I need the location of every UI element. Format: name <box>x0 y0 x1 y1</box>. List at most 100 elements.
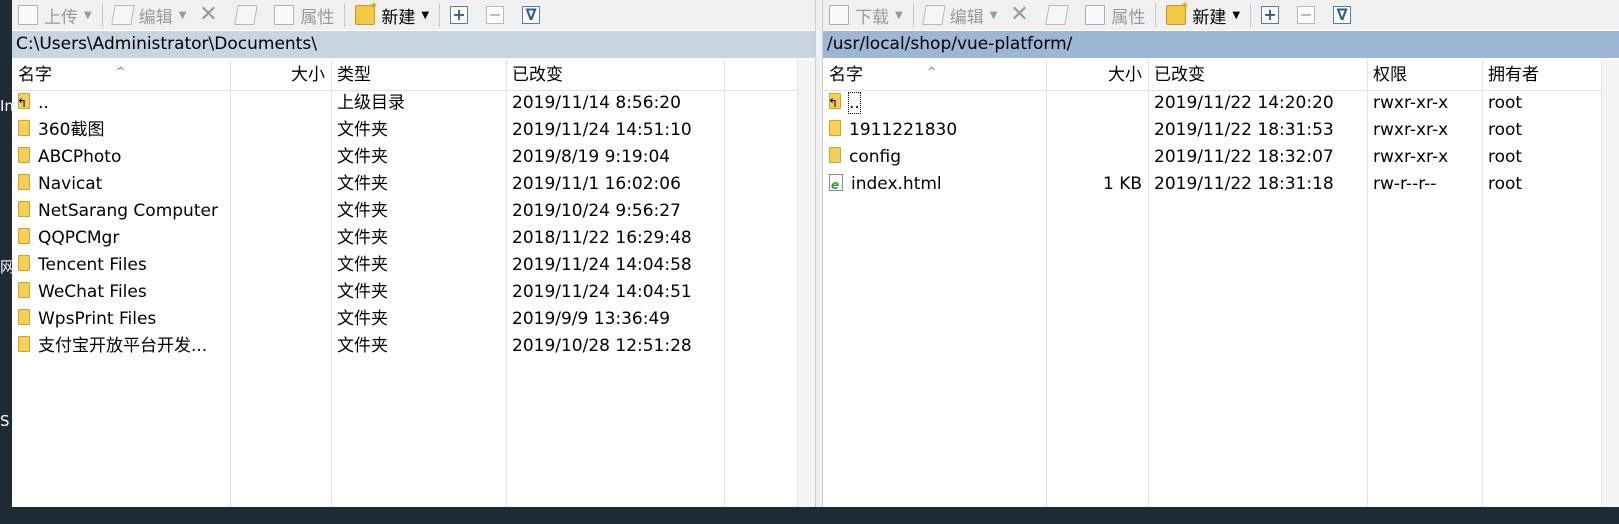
file-name: WpsPrint Files <box>38 309 157 329</box>
file-row[interactable]: WeChat Files 文件夹 2019/11/24 14:04:51 <box>12 279 815 306</box>
file-row[interactable]: 1911221830 2019/11/22 18:31:53 rwxr-xr-x ro… <box>823 117 1619 144</box>
column-header-owner[interactable]: 拥有者 <box>1482 60 1602 90</box>
folder-icon <box>18 282 30 298</box>
cell-text: 文件夹 <box>337 336 388 356</box>
cell-name: config <box>823 144 1046 171</box>
file-row[interactable]: NetSarang Computer 文件夹 2019/10/24 9:56:27 <box>12 198 815 225</box>
upload-button[interactable]: 上传 ▼ <box>12 0 98 30</box>
toolbar-divider <box>101 3 103 27</box>
cell-modified: 2019/10/28 12:51:28 <box>506 333 724 360</box>
cell-size <box>230 171 331 198</box>
file-row[interactable]: QQPCMgr 文件夹 2018/11/22 16:29:48 <box>12 225 815 252</box>
folder-icon <box>18 120 30 136</box>
rename-button[interactable] <box>230 0 268 30</box>
select-files-button[interactable]: + <box>444 0 480 30</box>
edit-button[interactable]: 编辑 ▼ <box>107 0 193 30</box>
cell-text: rwxr-xr-x <box>1373 93 1449 113</box>
column-header-modified[interactable]: 已改变 <box>1148 60 1367 90</box>
local-toolbar: 上传 ▼ 编辑 ▼ ✕ 属性 新建 ▼ + − <box>12 0 815 30</box>
delete-button[interactable]: ✕ <box>1003 0 1041 30</box>
file-row[interactable]: Tencent Files 文件夹 2019/11/24 14:04:58 <box>12 252 815 279</box>
rename-button[interactable] <box>1041 0 1079 30</box>
sort-ascending-icon: ^ <box>116 65 126 78</box>
remote-scrollbar[interactable] <box>1601 60 1619 507</box>
column-header-size[interactable]: 大小 <box>1046 60 1148 90</box>
cell-text: 2019/10/24 9:56:27 <box>512 201 681 221</box>
cell-modified: 2019/11/22 18:32:07 <box>1148 144 1367 171</box>
cell-name: 360截图 <box>12 117 230 144</box>
properties-button[interactable]: 属性 <box>268 0 340 30</box>
cell-text: 文件夹 <box>337 282 388 302</box>
cell-text: root <box>1488 120 1523 140</box>
cell-name: ABCPhoto <box>12 144 230 171</box>
pane-splitter[interactable] <box>815 0 823 507</box>
chevron-down-icon: ▼ <box>84 9 92 21</box>
local-path-bar[interactable]: C:\Users\Administrator\Documents\ <box>12 31 815 58</box>
file-row[interactable]: ABCPhoto 文件夹 2019/8/19 9:19:04 <box>12 144 815 171</box>
parent-folder-icon <box>828 90 841 117</box>
download-icon <box>829 5 849 25</box>
new-label: 新建 <box>1192 7 1227 28</box>
cell-permissions: rwxr-xr-x <box>1367 90 1482 117</box>
cell-text: 2019/11/1 16:02:06 <box>512 174 681 194</box>
download-button[interactable]: 下载 ▼ <box>823 0 909 30</box>
file-row[interactable]: .. 2019/11/22 14:20:20 rwxr-xr-x root <box>823 90 1619 117</box>
pencil-icon <box>921 5 946 25</box>
filter-button[interactable]: ∇ <box>516 0 552 30</box>
cell-type: 文件夹 <box>331 333 506 360</box>
file-row[interactable]: WpsPrint Files 文件夹 2019/9/9 13:36:49 <box>12 306 815 333</box>
html-file-icon <box>829 172 843 198</box>
cell-modified: 2019/11/24 14:04:51 <box>506 279 724 306</box>
file-row[interactable]: config 2019/11/22 18:32:07 rwxr-xr-x root <box>823 144 1619 171</box>
folder-icon <box>18 309 30 325</box>
minus-box-icon: − <box>486 6 505 24</box>
column-header-modified[interactable]: 已改变 <box>506 60 724 90</box>
cell-type: 文件夹 <box>331 171 506 198</box>
cell-name: Navicat <box>12 171 230 198</box>
file-name: index.html <box>851 174 942 194</box>
cell-modified: 2019/11/24 14:04:58 <box>506 252 724 279</box>
remote-path-bar[interactable]: /usr/local/shop/vue-platform/ <box>823 31 1619 58</box>
new-button[interactable]: 新建 ▼ <box>349 0 435 30</box>
column-header-permissions[interactable]: 权限 <box>1367 60 1482 90</box>
local-pane: 上传 ▼ 编辑 ▼ ✕ 属性 新建 ▼ + − <box>12 0 815 507</box>
properties-icon <box>1085 5 1106 25</box>
cell-name: QQPCMgr <box>12 225 230 252</box>
cell-size <box>230 144 331 171</box>
column-header-type[interactable]: 类型 <box>331 60 506 90</box>
cell-size <box>230 306 331 333</box>
filter-button[interactable]: ∇ <box>1327 0 1363 30</box>
cell-modified: 2019/11/1 16:02:06 <box>506 171 724 198</box>
cell-size: 1 KB <box>1046 171 1148 198</box>
column-header-name[interactable]: 名字 ^ <box>12 60 230 90</box>
select-files-button[interactable]: + <box>1255 0 1291 30</box>
edit-button[interactable]: 编辑 ▼ <box>918 0 1004 30</box>
cell-name: index.html <box>823 171 1046 198</box>
file-name: NetSarang Computer <box>38 201 218 221</box>
file-row[interactable]: .. 上级目录 2019/11/14 8:56:20 <box>12 90 815 117</box>
cell-modified: 2019/10/24 9:56:27 <box>506 198 724 225</box>
new-button[interactable]: 新建 ▼ <box>1160 0 1246 30</box>
cell-text: 文件夹 <box>337 201 388 221</box>
cell-modified: 2019/11/24 14:51:10 <box>506 117 724 144</box>
file-name: WeChat Files <box>38 282 147 302</box>
pencil-icon <box>110 5 135 25</box>
rename-icon <box>1045 5 1070 25</box>
file-row[interactable]: Navicat 文件夹 2019/11/1 16:02:06 <box>12 171 815 198</box>
file-row[interactable]: 360截图 文件夹 2019/11/24 14:51:10 <box>12 117 815 144</box>
column-header-size[interactable]: 大小 <box>230 60 331 90</box>
toolbar-divider <box>1155 3 1157 27</box>
properties-button[interactable]: 属性 <box>1079 0 1151 30</box>
new-label: 新建 <box>381 7 416 28</box>
cell-modified: 2018/11/22 16:29:48 <box>506 225 724 252</box>
delete-button[interactable]: ✕ <box>192 0 230 30</box>
chevron-down-icon: ▼ <box>1232 9 1241 21</box>
delete-x-icon: ✕ <box>199 2 218 27</box>
local-scrollbar[interactable] <box>797 60 815 507</box>
column-header-name[interactable]: 名字 ^ <box>823 60 1046 90</box>
cell-owner: root <box>1482 90 1602 117</box>
unselect-files-button[interactable]: − <box>1291 0 1327 30</box>
unselect-files-button[interactable]: − <box>480 0 516 30</box>
file-row[interactable]: 支付宝开放平台开发... 文件夹 2019/10/28 12:51:28 <box>12 333 815 360</box>
file-row[interactable]: index.html 1 KB 2019/11/22 18:31:18 rw-r--r… <box>823 171 1619 198</box>
